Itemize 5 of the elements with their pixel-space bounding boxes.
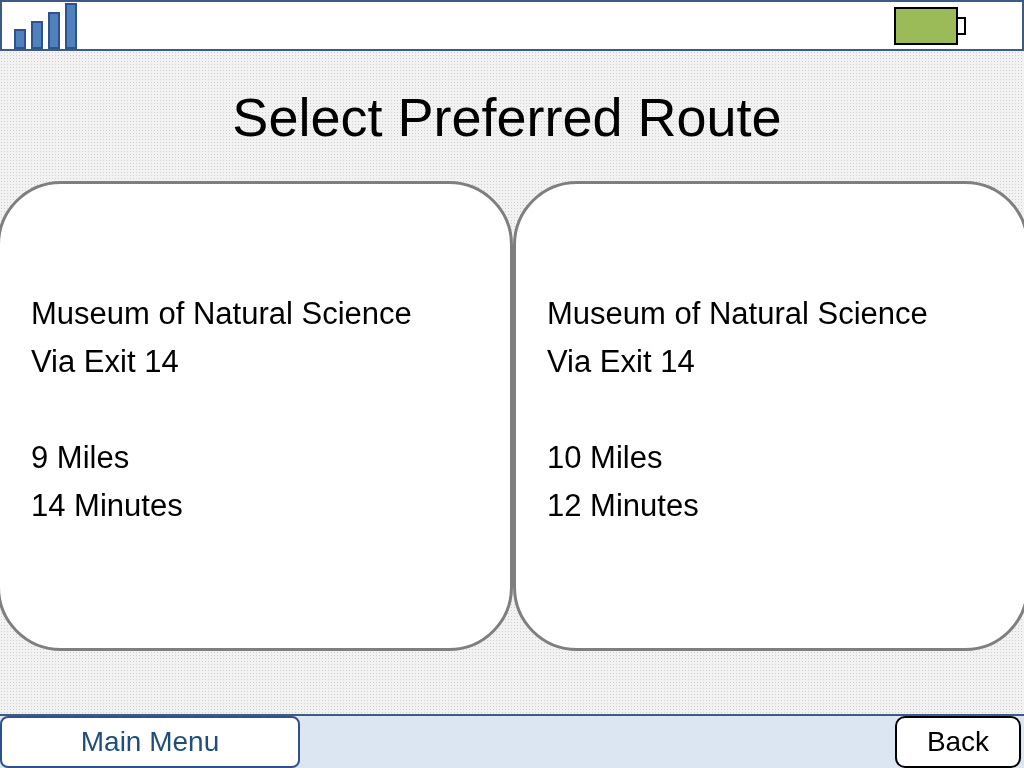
back-button[interactable]: Back (895, 716, 1021, 768)
page-title: Select Preferred Route (232, 86, 782, 149)
main-menu-button[interactable]: Main Menu (0, 716, 300, 768)
route-card[interactable]: Museum of Natural Science Via Exit 14 9 Miles 14 Minutes (0, 181, 513, 651)
route-card[interactable]: Museum of Natural Science Via Exit 14 10 Miles 12 Minutes (513, 181, 1024, 651)
